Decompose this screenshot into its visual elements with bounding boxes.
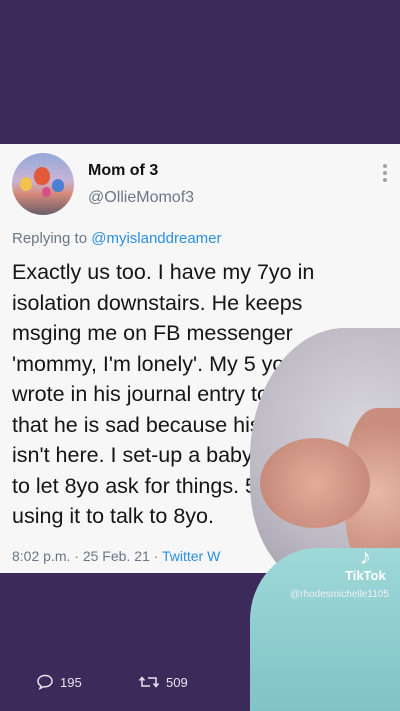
reply-bubble-icon xyxy=(37,674,53,690)
reply-mention-link[interactable]: @myislanddreamer xyxy=(91,230,221,247)
display-name[interactable]: Mom of 3 xyxy=(88,162,158,180)
reply-count-value: 195 xyxy=(60,674,82,690)
meta-separator: · xyxy=(70,548,83,564)
tiktok-brand: TikTok xyxy=(345,568,386,583)
tiktok-note-icon: ♪ xyxy=(359,544,371,569)
tiktok-username: @rhodesmichelle1105 xyxy=(290,589,389,600)
retweet-count-value: 509 xyxy=(166,674,188,690)
replying-prefix: Replying to xyxy=(12,230,92,247)
tweet-stats: 195 509 xyxy=(0,670,400,700)
avatar[interactable] xyxy=(12,153,74,215)
tweet-line: Exactly us too. I have my 7yo in xyxy=(12,260,315,284)
video-frame: Mom of 3 @OllieMomof3 Replying to @myisl… xyxy=(0,0,400,711)
tweet-line: isolation downstairs. He keeps xyxy=(12,290,303,315)
tweet-time[interactable]: 8:02 p.m. xyxy=(12,548,70,564)
meta-separator: · xyxy=(149,548,162,564)
creator-video-overlay xyxy=(250,328,400,711)
retweet-icon xyxy=(138,676,160,688)
replying-to: Replying to @myislanddreamer xyxy=(12,230,222,247)
more-vertical-icon[interactable] xyxy=(383,164,389,185)
tweet-meta: 8:02 p.m. · 25 Feb. 21 · Twitter W xyxy=(12,548,220,564)
tiktok-watermark: ♪ TikTok xyxy=(345,544,386,584)
tweet-source[interactable]: Twitter W xyxy=(162,548,220,564)
tweet-date[interactable]: 25 Feb. 21 xyxy=(83,548,150,564)
user-handle[interactable]: @OllieMomof3 xyxy=(88,189,194,207)
retweet-count[interactable]: 509 xyxy=(138,674,188,690)
reply-count[interactable]: 195 xyxy=(36,674,82,690)
hand xyxy=(260,438,370,528)
